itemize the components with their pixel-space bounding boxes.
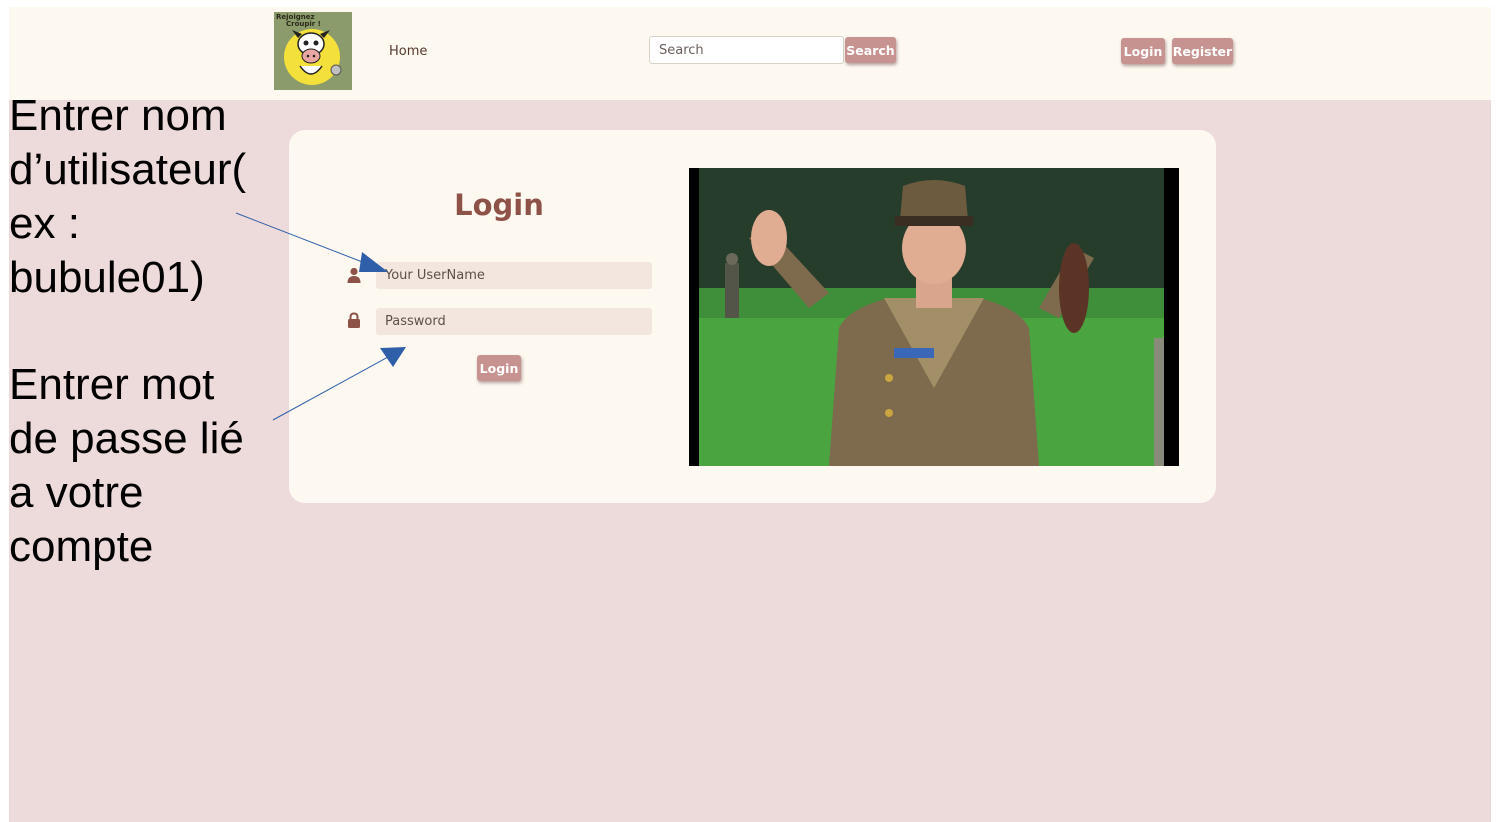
- site-logo[interactable]: Rejoignez Croupir !: [274, 12, 352, 90]
- general-photo-image: [689, 168, 1179, 466]
- password-instruction-line: Entrer mot: [9, 360, 215, 409]
- username-instruction-line: ex :: [9, 199, 80, 248]
- password-instruction: Entrer mot de passe lié a votre compte: [9, 358, 284, 574]
- username-field[interactable]: [376, 262, 652, 289]
- password-instruction-line: de passe lié: [9, 414, 244, 463]
- username-instruction-line: d’utilisateur(: [9, 145, 247, 194]
- logo-text-line2: Croupir !: [286, 20, 321, 28]
- nav-register-button[interactable]: Register: [1172, 38, 1233, 64]
- username-instruction: Entrer nom d’utilisateur( ex : bubule01): [9, 89, 284, 305]
- login-card: Login Login: [289, 130, 1216, 503]
- login-title: Login: [454, 188, 544, 222]
- nav-home-link[interactable]: Home: [389, 44, 427, 59]
- username-instruction-line: bubule01): [9, 253, 205, 302]
- search-button[interactable]: Search: [845, 37, 896, 63]
- login-submit-button[interactable]: Login: [477, 355, 521, 381]
- user-icon: [347, 267, 361, 283]
- password-instruction-line: a votre: [9, 468, 144, 517]
- logo-text: Rejoignez Croupir !: [276, 14, 321, 28]
- navbar: Rejoignez Croupir ! Home Search Login Re…: [9, 7, 1491, 100]
- password-instruction-line: compte: [9, 522, 154, 571]
- lock-icon: [348, 312, 360, 328]
- search-input[interactable]: [649, 36, 844, 64]
- password-field[interactable]: [376, 308, 652, 335]
- nav-login-button[interactable]: Login: [1121, 38, 1165, 64]
- general-photo: [689, 168, 1179, 466]
- username-instruction-line: Entrer nom: [9, 91, 227, 140]
